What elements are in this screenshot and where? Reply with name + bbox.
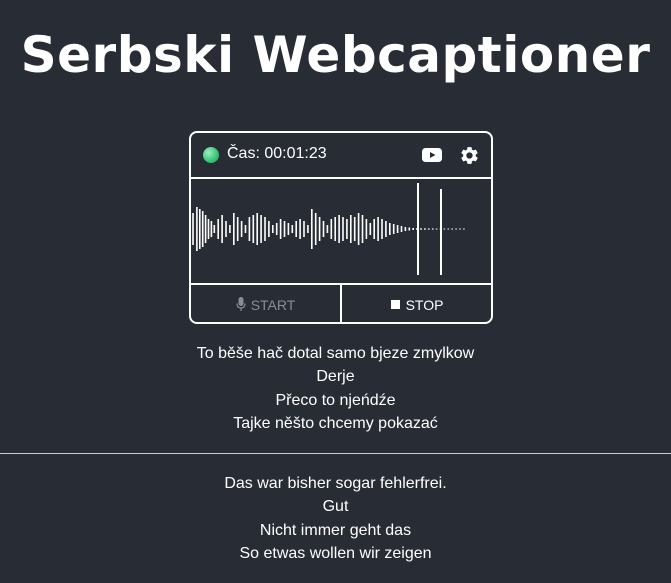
stop-button[interactable]: STOP <box>342 285 491 322</box>
app-title: Serbski Webcaptioner <box>20 26 651 84</box>
caption-line: To běše hač dotal samo bjeze zmylkow <box>196 345 475 362</box>
elapsed-time: Čas: 00:01:23 <box>227 145 327 162</box>
panel-header: Čas: 00:01:23 <box>191 133 491 179</box>
start-label: START <box>250 296 296 313</box>
stop-label: STOP <box>405 296 444 313</box>
status-indicator <box>203 147 219 163</box>
caption-sorbian: To běše hač dotal samo bjeze zmylkow Der… <box>0 342 671 435</box>
audio-waveform <box>192 183 465 275</box>
recorder-panel: Čas: 00:01:23 START STOP <box>189 131 493 324</box>
caption-line: So etwas wollen wir zeigen <box>239 544 432 562</box>
microphone-icon <box>236 297 246 311</box>
divider <box>0 453 671 454</box>
gear-icon[interactable] <box>459 145 480 166</box>
youtube-icon[interactable] <box>422 148 442 162</box>
caption-line: Tajke něšto chcemy pokazać <box>233 414 438 432</box>
caption-line: Das war bisher sogar fehlerfrei. <box>224 475 447 492</box>
start-button[interactable]: START <box>191 285 342 322</box>
caption-line: Nicht immer geht das <box>259 521 412 539</box>
caption-line: Derje <box>316 368 355 386</box>
stop-icon <box>390 300 400 309</box>
caption-line: Přeco to njeńdźe <box>275 391 396 409</box>
caption-german: Das war bisher sogar fehlerfrei. Gut Nic… <box>0 472 671 565</box>
caption-line: Gut <box>322 498 349 516</box>
panel-controls: START STOP <box>191 283 491 322</box>
